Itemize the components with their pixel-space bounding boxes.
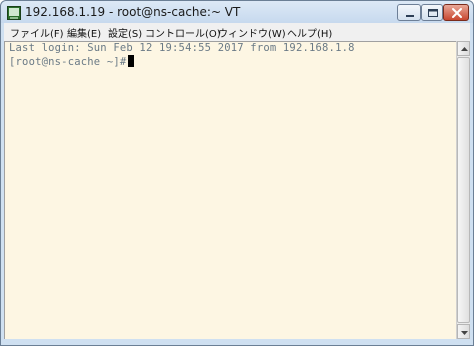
scroll-thumb[interactable] — [457, 57, 470, 323]
maximize-button[interactable] — [421, 4, 443, 21]
minimize-button[interactable] — [397, 4, 421, 21]
maximize-icon — [428, 9, 438, 17]
scroll-up-button[interactable] — [457, 41, 470, 56]
arrow-down-icon — [461, 331, 468, 335]
prompt-text: [root@ns-cache ~]# — [9, 56, 127, 68]
terminal-window: 192.168.1.19 - root@ns-cache:~ VT ファイル(F… — [0, 0, 474, 346]
menu-setup[interactable]: 設定(S) — [108, 25, 142, 40]
menu-edit[interactable]: 編集(E) — [67, 25, 101, 40]
menu-control[interactable]: コントロール(O) — [145, 25, 221, 40]
arrow-up-icon — [461, 47, 468, 51]
menu-bar: ファイル(F) 編集(E) 設定(S) コントロール(O) ウィンドウ(W) ヘ… — [4, 23, 470, 41]
terminal-screen[interactable]: Last login: Sun Feb 12 19:54:55 2017 fro… — [4, 41, 456, 339]
vertical-scrollbar[interactable] — [456, 41, 470, 339]
close-icon — [452, 8, 462, 18]
menu-file[interactable]: ファイル(F) — [10, 25, 64, 40]
menu-help[interactable]: ヘルプ(H) — [287, 25, 332, 40]
terminal-app-icon[interactable] — [7, 5, 21, 20]
terminal-line-prompt: [root@ns-cache ~]# — [9, 55, 135, 68]
window-title: 192.168.1.19 - root@ns-cache:~ VT — [25, 5, 241, 19]
close-button[interactable] — [443, 4, 469, 21]
menu-window[interactable]: ウィンドウ(W) — [218, 25, 286, 40]
minimize-icon — [406, 15, 414, 17]
text-cursor — [128, 55, 135, 67]
scroll-down-button[interactable] — [457, 324, 470, 339]
terminal-line-login: Last login: Sun Feb 12 19:54:55 2017 fro… — [9, 42, 355, 54]
title-bar[interactable]: 192.168.1.19 - root@ns-cache:~ VT — [1, 1, 473, 23]
